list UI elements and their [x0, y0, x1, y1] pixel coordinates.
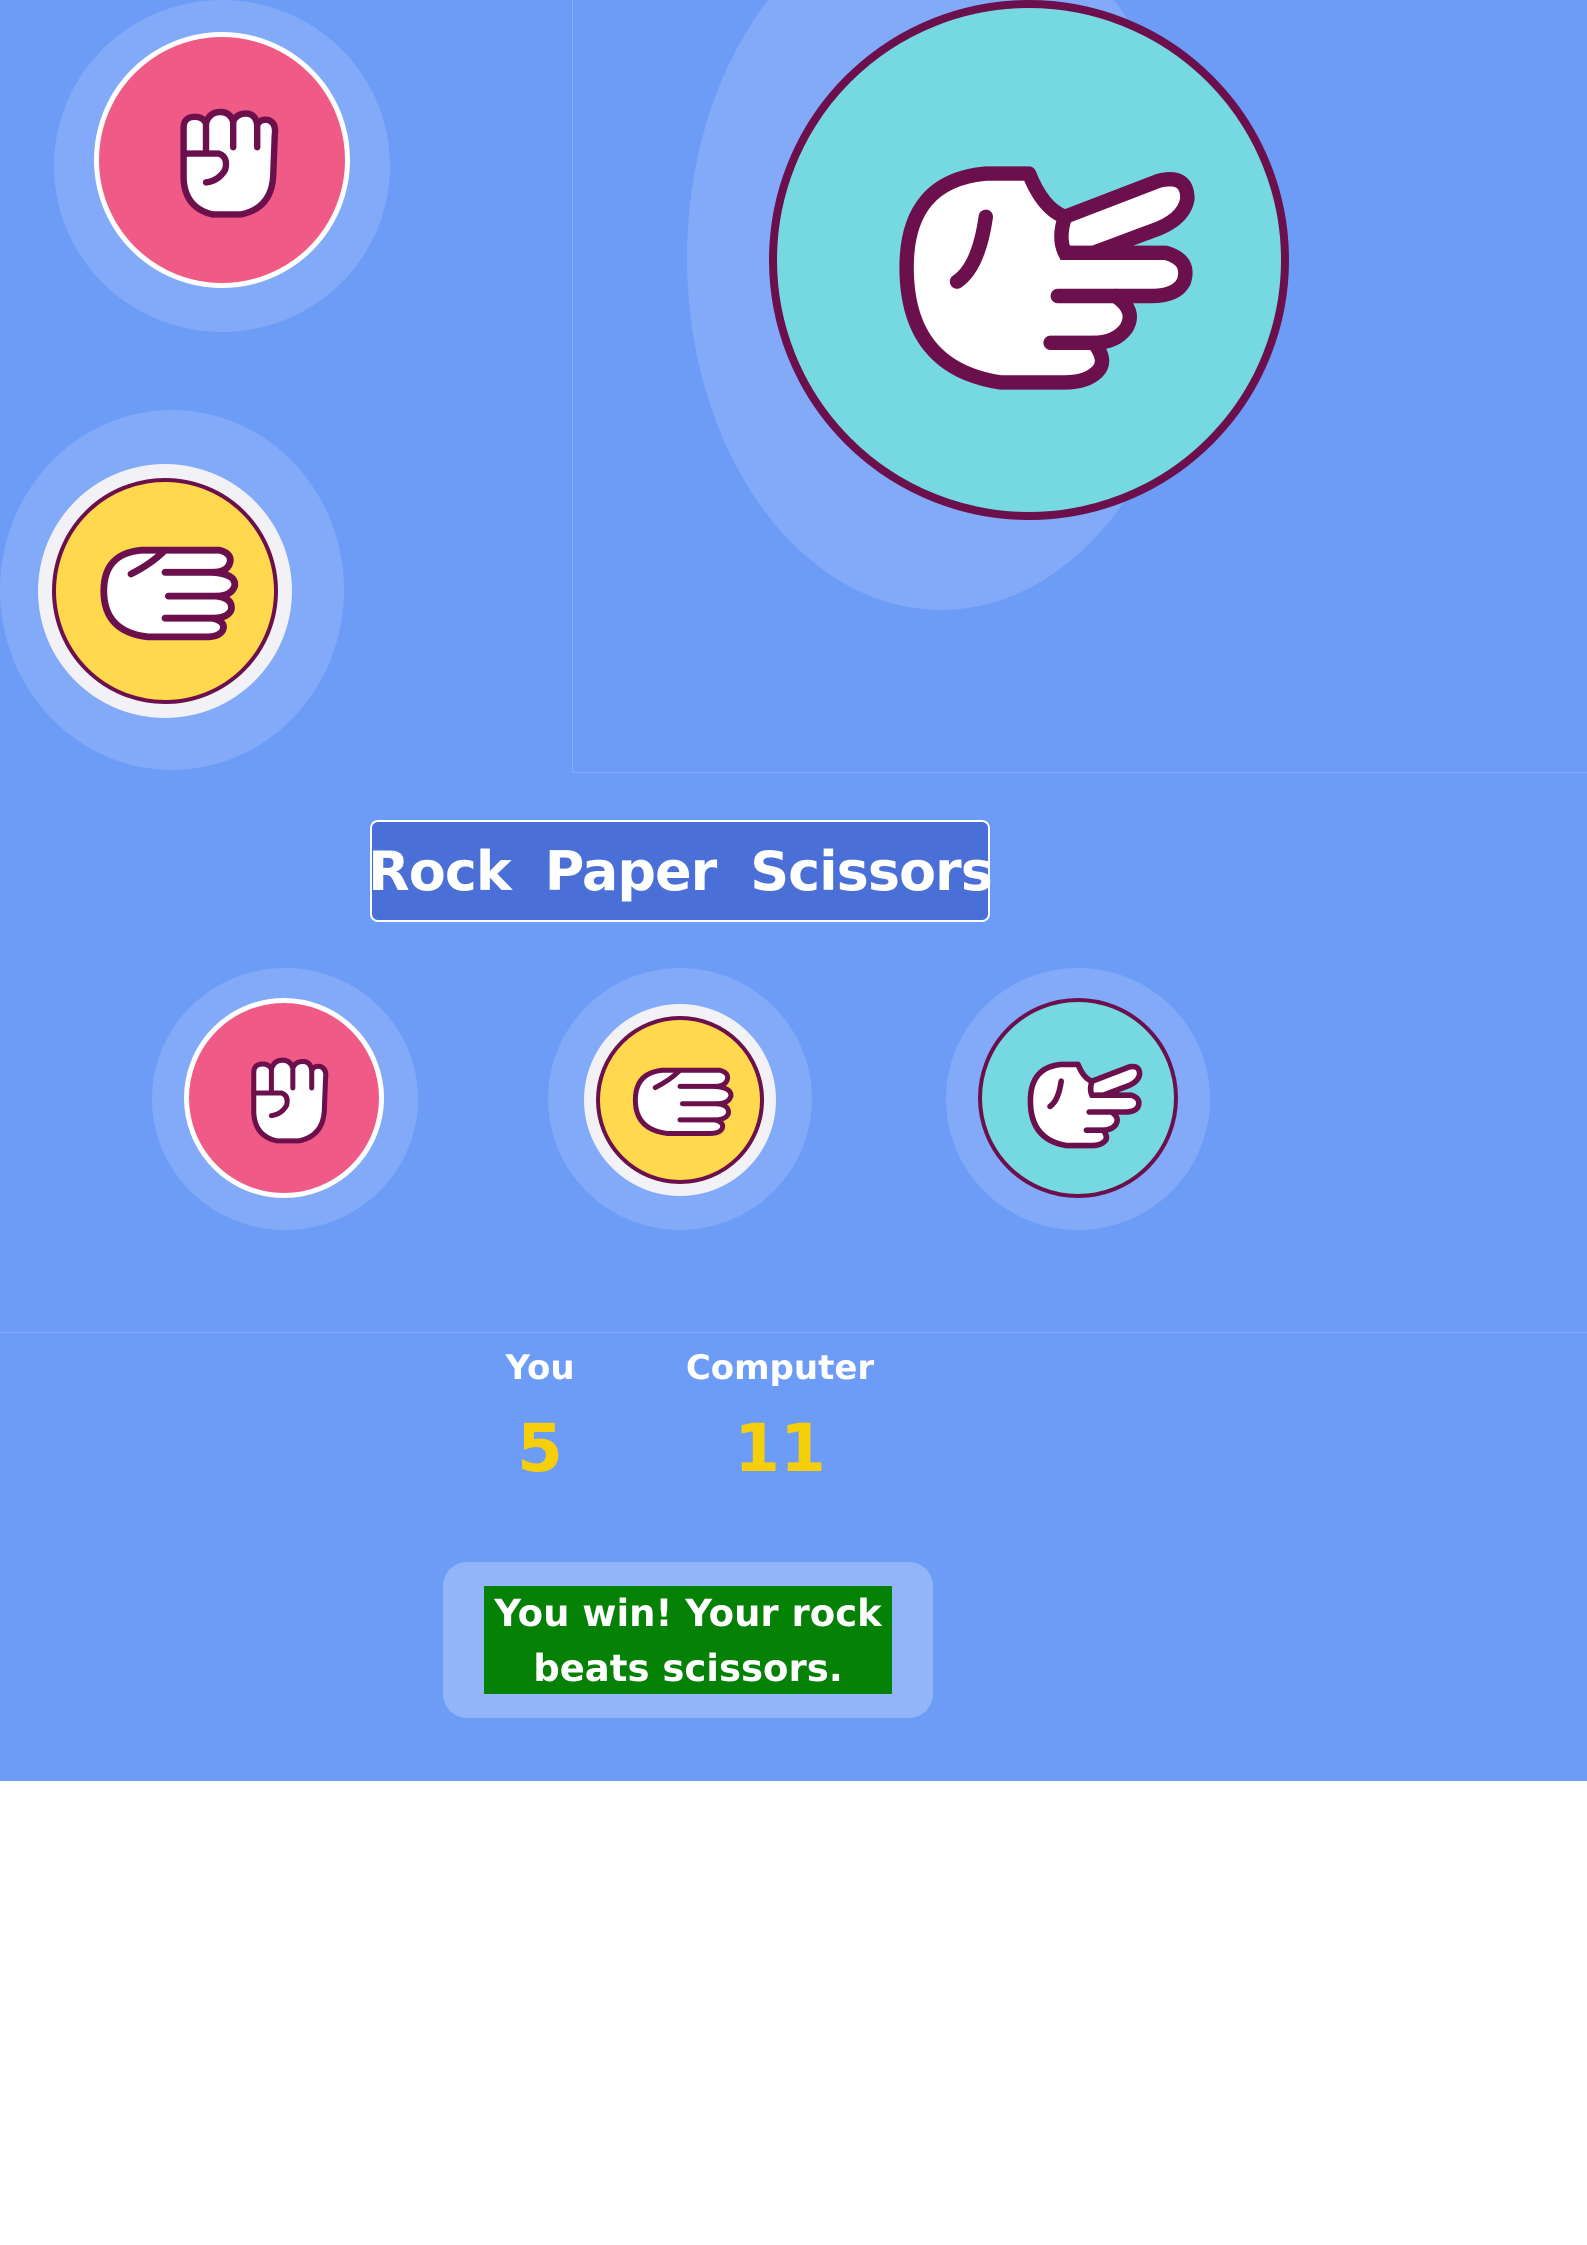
game-area: Rock Paper Scissors You 5 Computer 11 Yo…	[0, 0, 1587, 1781]
title-word-rock: Rock	[368, 839, 512, 903]
scissors-choice-zoom[interactable]	[769, 0, 1289, 520]
paper-button[interactable]	[596, 1016, 764, 1184]
zoomed-choice-panel	[572, 0, 1587, 773]
two-fingers-icon	[849, 80, 1209, 440]
open-hand-icon	[618, 1038, 742, 1162]
computer-score-value: 11	[734, 1410, 826, 1487]
fist-icon	[221, 1035, 347, 1161]
result-message: You win! Your rock beats scissors.	[484, 1586, 892, 1694]
two-fingers-icon	[1008, 1028, 1148, 1168]
title-word-scissors: Scissors	[750, 839, 993, 903]
player-score-label: You	[505, 1348, 575, 1388]
fist-icon	[142, 80, 302, 240]
title-word-paper: Paper	[544, 839, 717, 903]
rock-button[interactable]	[184, 998, 384, 1198]
scissors-button[interactable]	[978, 998, 1178, 1198]
rock-choice-large[interactable]	[94, 32, 350, 288]
open-hand-icon	[80, 506, 250, 676]
computer-score-label: Computer	[685, 1348, 875, 1388]
paper-choice-large[interactable]	[52, 478, 278, 704]
game-title: Rock Paper Scissors	[368, 820, 993, 922]
player-score-value: 5	[517, 1410, 563, 1487]
score-divider	[0, 1332, 1587, 1333]
